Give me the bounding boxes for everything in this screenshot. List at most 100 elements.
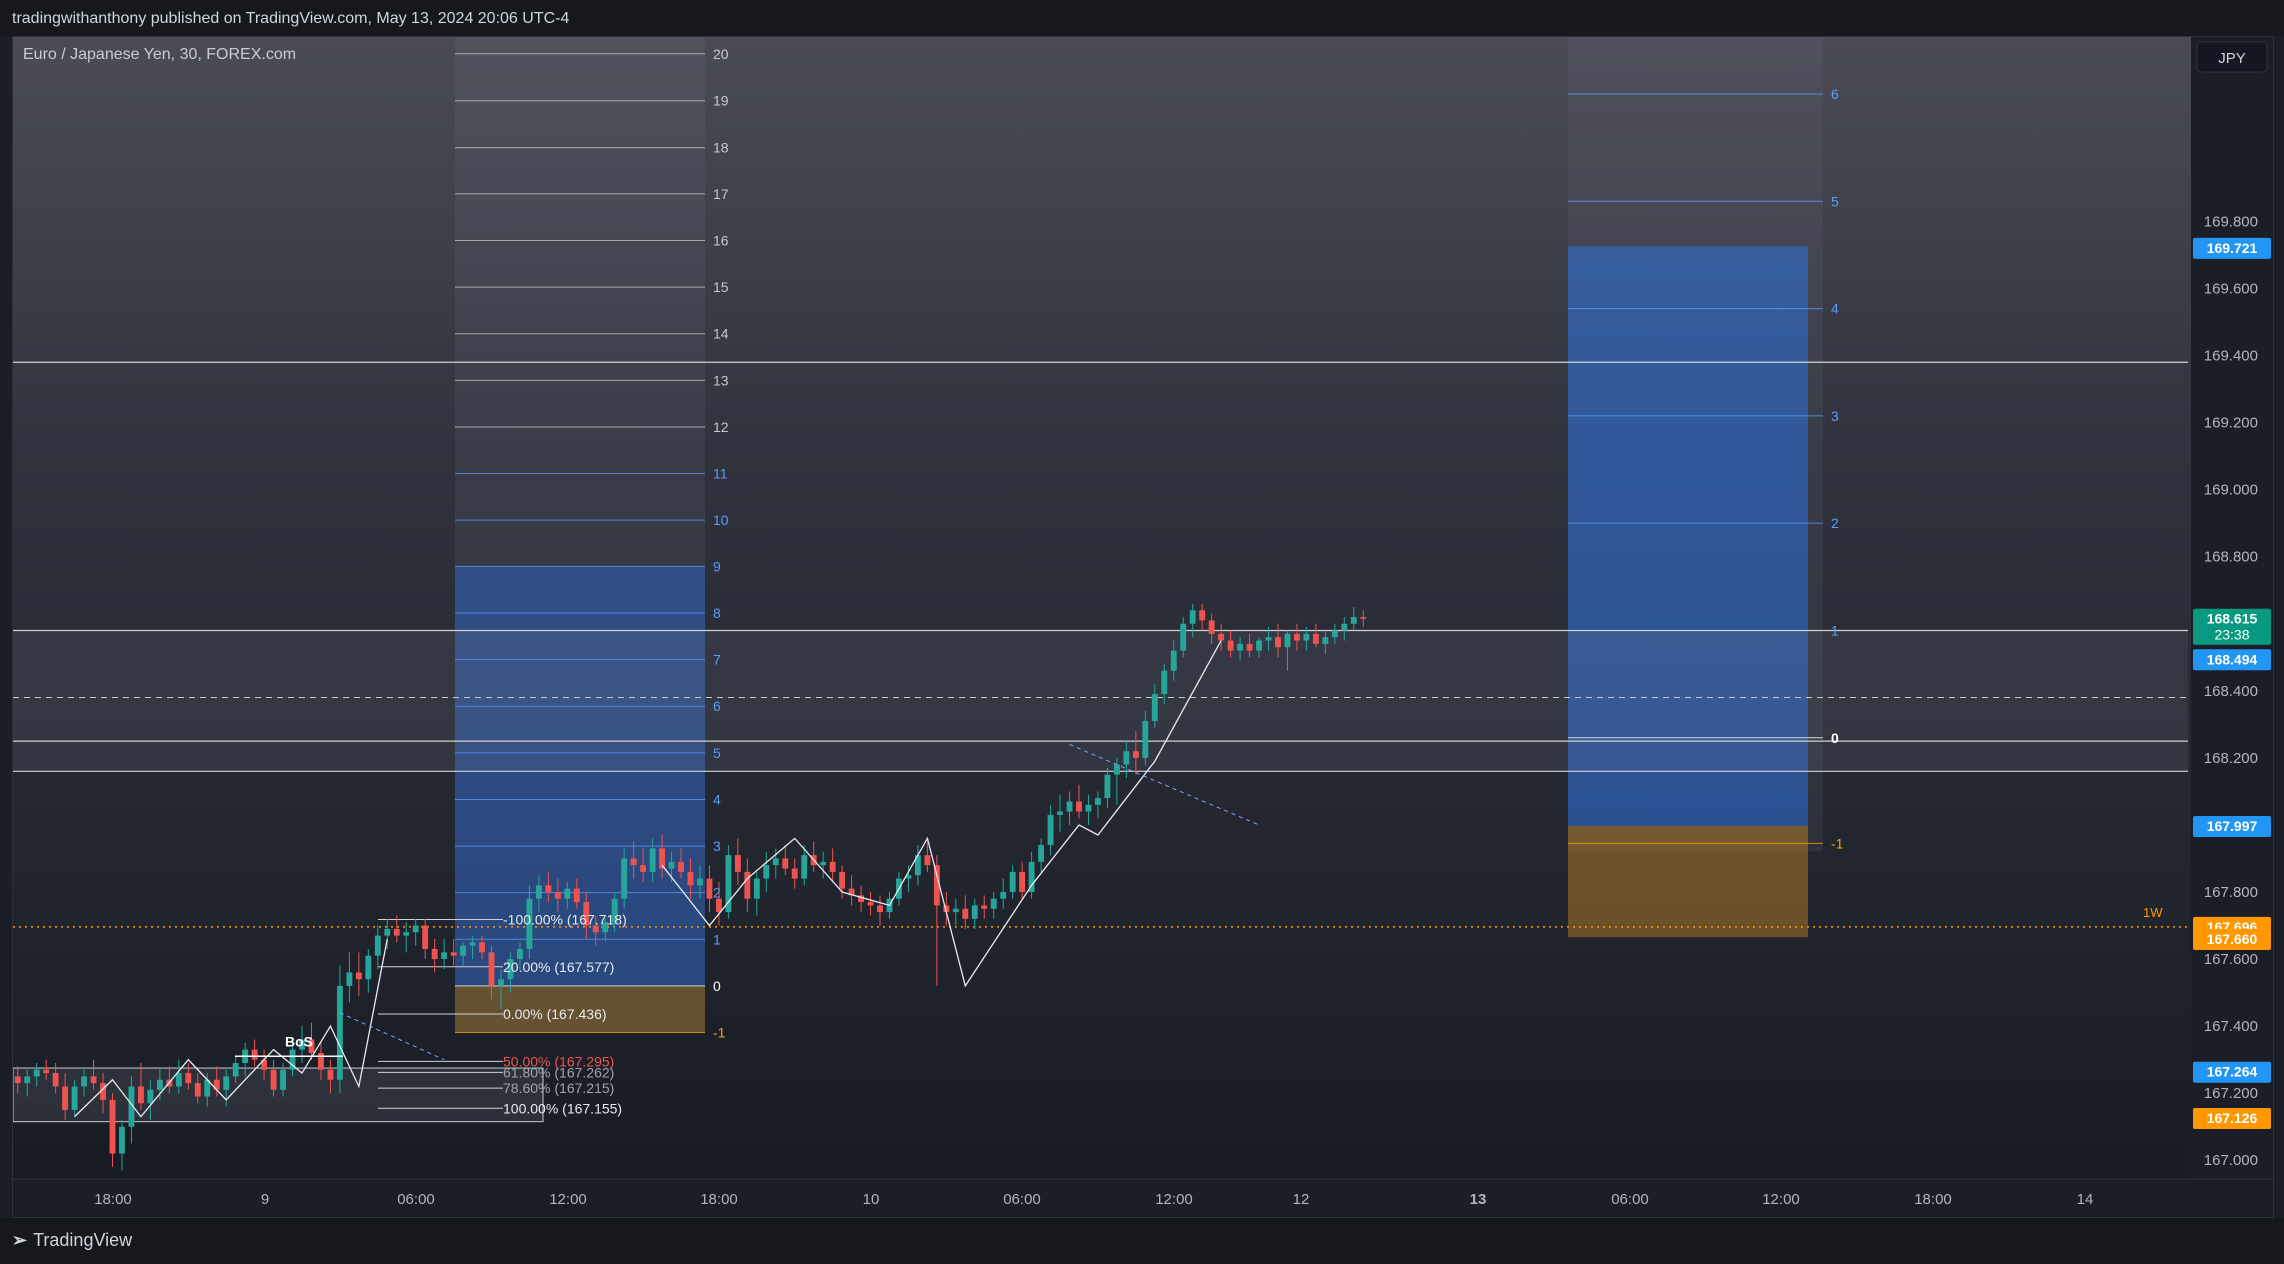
chart-background bbox=[13, 37, 2273, 1217]
candle-body bbox=[971, 905, 978, 919]
left-grid-label: 18 bbox=[713, 140, 729, 156]
candle-body bbox=[318, 1052, 324, 1070]
price-tick-label: 167.200 bbox=[2204, 1085, 2258, 1102]
time-tick-label: 12:00 bbox=[1762, 1191, 1800, 1208]
left-grid-label: 11 bbox=[713, 466, 728, 482]
time-tick-label: 12:00 bbox=[1155, 1191, 1193, 1208]
time-tick-label: 13 bbox=[1470, 1191, 1487, 1208]
time-tick-label: 12 bbox=[1293, 1191, 1310, 1208]
candle-body bbox=[147, 1089, 154, 1104]
candle-body bbox=[1000, 892, 1007, 899]
candle-body bbox=[763, 865, 770, 879]
candle-body bbox=[744, 871, 751, 899]
candle-body bbox=[81, 1076, 88, 1087]
candle-body bbox=[1170, 650, 1177, 671]
tradingview-logo[interactable]: ➢ TradingView bbox=[12, 1230, 132, 1251]
candle-body bbox=[194, 1083, 201, 1097]
price-badge-countdown: 23:38 bbox=[2214, 627, 2249, 643]
candle-body bbox=[431, 949, 438, 960]
candle-body bbox=[1123, 751, 1130, 765]
candle-body bbox=[829, 861, 836, 872]
candle-body bbox=[185, 1073, 192, 1084]
candle-body bbox=[1227, 640, 1234, 651]
left-grid-label: 3 bbox=[713, 838, 721, 854]
time-tick-label: 9 bbox=[261, 1191, 269, 1208]
candle-body bbox=[545, 885, 552, 892]
candle-body bbox=[1057, 811, 1063, 815]
tradingview-logo-icon: ➢ bbox=[12, 1230, 28, 1250]
candle-body bbox=[1265, 637, 1272, 641]
candle-body bbox=[33, 1069, 40, 1077]
left-grid-label: 9 bbox=[713, 558, 721, 574]
candle-body bbox=[1256, 640, 1262, 651]
candle-body bbox=[384, 928, 391, 936]
candle-body bbox=[877, 905, 883, 913]
brand-name: TradingView bbox=[33, 1230, 133, 1250]
right-grid-label: 1 bbox=[1831, 622, 1839, 638]
candle-body bbox=[24, 1076, 31, 1084]
candle-body bbox=[697, 878, 703, 886]
candle-body bbox=[251, 1049, 258, 1060]
candle-body bbox=[952, 908, 959, 913]
candle-body bbox=[403, 932, 410, 936]
candle-body bbox=[801, 855, 808, 879]
price-badge-label: 167.997 bbox=[2207, 818, 2258, 834]
price-tick-label: 168.400 bbox=[2204, 683, 2258, 700]
candle-body bbox=[1246, 643, 1253, 651]
candle-body bbox=[374, 935, 381, 956]
fib-level-label: -100.00% (167.718) bbox=[503, 911, 627, 927]
candle-body bbox=[981, 905, 988, 909]
left-grid-label: 1 bbox=[713, 931, 721, 947]
price-badge-label: 169.721 bbox=[2207, 240, 2258, 256]
left-grid-label: 13 bbox=[713, 372, 729, 388]
candle-body bbox=[469, 942, 476, 946]
candle-body bbox=[1312, 633, 1319, 644]
candle-body bbox=[232, 1063, 239, 1077]
candle-body bbox=[109, 1099, 116, 1154]
candle-body bbox=[621, 858, 628, 899]
candle-body bbox=[175, 1073, 182, 1087]
left-grid-label: 6 bbox=[713, 698, 721, 714]
candle-body bbox=[43, 1069, 50, 1074]
time-tick-label: 06:00 bbox=[1611, 1191, 1649, 1208]
candle-body bbox=[924, 855, 931, 866]
candle-body bbox=[1151, 694, 1158, 721]
candle-body bbox=[1076, 801, 1082, 812]
candle-body bbox=[393, 928, 400, 936]
time-tick-label: 18:00 bbox=[94, 1191, 132, 1208]
candle-body bbox=[517, 949, 523, 960]
candle-body bbox=[839, 871, 846, 889]
left-grid-label: 12 bbox=[713, 419, 729, 435]
left-grid-label: 17 bbox=[713, 186, 729, 202]
left-grid-label: 2 bbox=[713, 885, 721, 901]
candle-body bbox=[772, 858, 779, 866]
chart-canvas[interactable]: 20191817161514131211109876543210-1654321… bbox=[13, 37, 2273, 1217]
candle-body bbox=[1293, 633, 1300, 641]
candle-body bbox=[479, 942, 485, 953]
candle-body bbox=[687, 871, 694, 886]
candle-body bbox=[715, 898, 722, 913]
candle-body bbox=[1180, 623, 1187, 651]
candle-body bbox=[327, 1069, 334, 1080]
candle-body bbox=[62, 1086, 69, 1110]
left-grid-label: 7 bbox=[713, 652, 721, 668]
time-tick-label: 10 bbox=[863, 1191, 880, 1208]
candle-body bbox=[14, 1076, 21, 1084]
time-tick-label: 06:00 bbox=[397, 1191, 435, 1208]
right-stop-zone bbox=[1568, 825, 1808, 938]
right-grid-label: 0 bbox=[1831, 730, 1839, 746]
currency-button-label[interactable]: JPY bbox=[2218, 50, 2246, 67]
candle-body bbox=[1303, 633, 1310, 641]
candle-body bbox=[1095, 798, 1101, 805]
candle-body bbox=[137, 1086, 144, 1104]
chart-panel[interactable]: 20 19 18 17 16 15 14 13 12 11 10 9 8 7 6 5 4 3 2 1 0 -1 6 5 4 3 2 1… bbox=[12, 36, 2274, 1218]
candle-body bbox=[535, 885, 542, 899]
candle-body bbox=[573, 888, 580, 903]
candle-body bbox=[450, 952, 457, 956]
candle-body bbox=[1132, 751, 1139, 758]
fib-level-label: 78.60% (167.215) bbox=[503, 1080, 614, 1096]
candle-body bbox=[706, 878, 713, 899]
candle-body bbox=[782, 858, 789, 869]
right-grid-label: 4 bbox=[1831, 301, 1839, 317]
candle-body bbox=[1113, 764, 1120, 775]
